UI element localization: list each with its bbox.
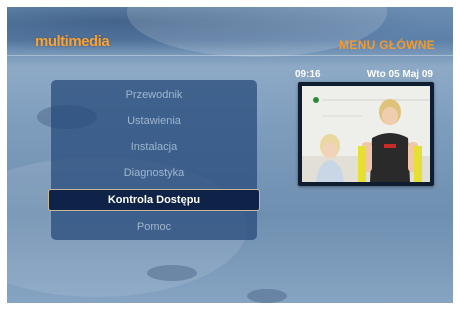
date: Wto 05 Maj 09 [366, 69, 433, 80]
menu-item-diagnostyka[interactable]: Diagnostyka [51, 162, 257, 184]
header-divider [7, 55, 453, 56]
menu-item-kontrola-dostepu[interactable]: Kontrola Dostępu [48, 189, 260, 211]
main-menu: Przewodnik Ustawienia Instalacja Diagnos… [48, 80, 260, 240]
tv-preview-window [298, 82, 434, 186]
menu-item-przewodnik[interactable]: Przewodnik [51, 84, 257, 106]
screen-title: MENU GŁÓWNE [339, 38, 435, 52]
ghost-shape [147, 265, 197, 281]
logo-text: multimedia [35, 33, 110, 50]
tv-screen: multimedia MENU GŁÓWNE 09:16 Wto 05 Maj … [7, 7, 453, 303]
clock: 09:16 [295, 69, 321, 80]
menu-item-pomoc[interactable]: Pomoc [51, 216, 257, 238]
multimedia-logo: multimedia [35, 33, 110, 50]
menu-item-instalacja[interactable]: Instalacja [51, 136, 257, 158]
menu-item-ustawienia[interactable]: Ustawienia [51, 110, 257, 132]
tv-preview-image [302, 86, 430, 182]
children-video-icon [302, 86, 430, 182]
ghost-shape [247, 289, 287, 303]
